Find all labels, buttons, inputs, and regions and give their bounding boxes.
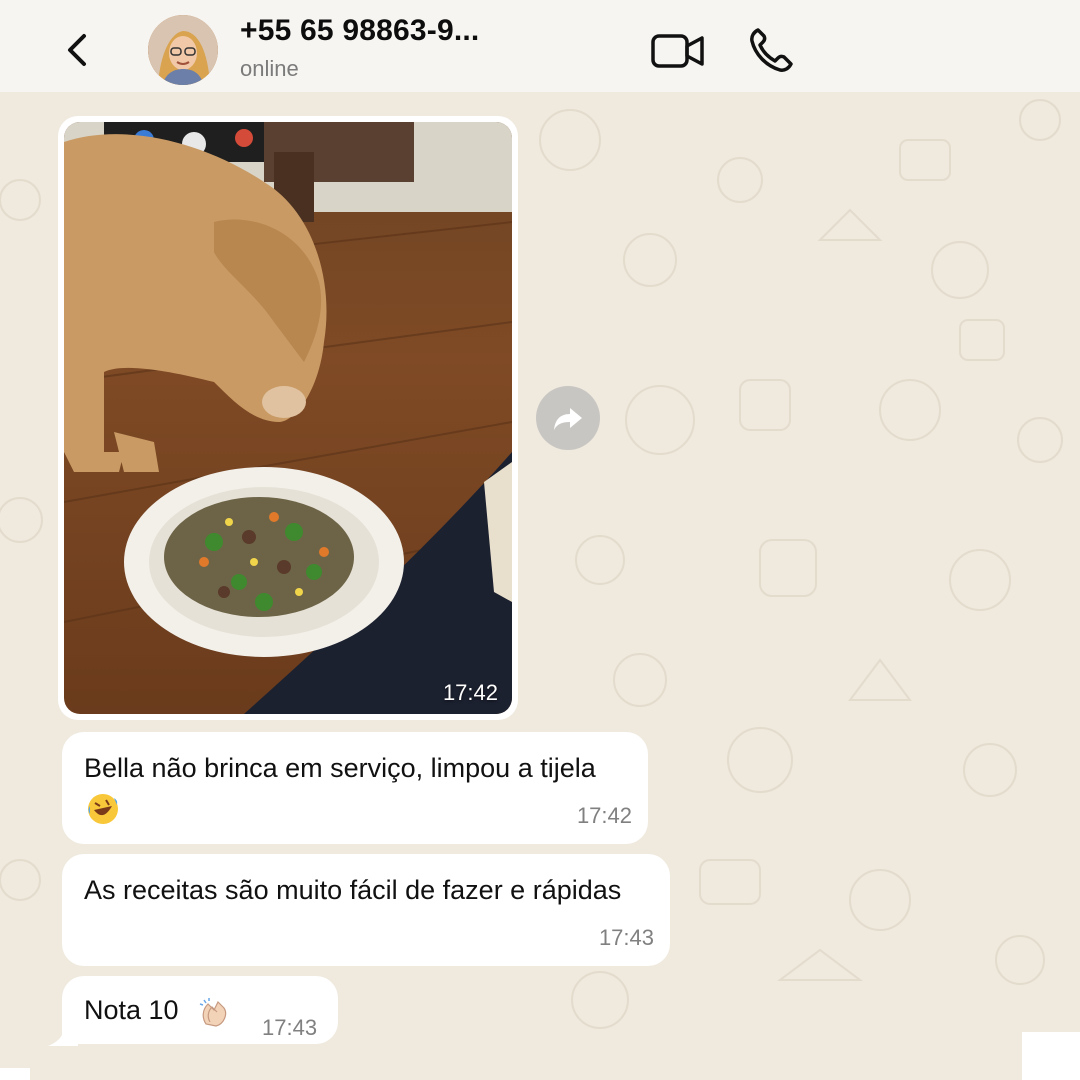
video-call-button[interactable] (650, 30, 706, 72)
message-text: Nota 10 (84, 995, 179, 1025)
contact-status: online (240, 56, 299, 81)
contact-avatar[interactable] (148, 15, 218, 85)
text-message-bubble[interactable]: As receitas são muito fácil de fazer e r… (62, 854, 670, 966)
rolling-on-floor-laughing-emoji-icon (86, 792, 120, 837)
clapping-hands-emoji-icon (198, 996, 230, 1039)
chat-header: +55 65 98863-9... online (0, 0, 1080, 92)
image-message-bubble[interactable]: 17:42 (58, 116, 518, 720)
message-time: 17:42 (576, 803, 632, 828)
message-text: As receitas são muito fácil de fazer e r… (84, 875, 622, 905)
video-camera-icon (651, 34, 704, 68)
message-time: 17:42 (442, 680, 498, 705)
contact-name[interactable]: +55 65 98863-9... (240, 14, 479, 48)
text-message-bubble[interactable]: Nota 10 17:43 (62, 976, 338, 1044)
text-message-bubble[interactable]: Bella não brinca em serviço, limpou a ti… (62, 732, 648, 844)
phone-icon (750, 28, 793, 72)
voice-call-button[interactable] (748, 26, 794, 74)
message-photo[interactable]: 17:42 (64, 122, 512, 714)
message-time: 17:43 (262, 1015, 318, 1040)
forward-button[interactable] (536, 386, 600, 450)
back-button[interactable] (60, 28, 96, 72)
corner-overlay (0, 1068, 30, 1080)
message-time: 17:43 (598, 925, 654, 950)
forward-arrow-icon (554, 408, 582, 430)
message-text: Bella não brinca em serviço, limpou a ti… (84, 753, 596, 783)
chevron-left-icon (68, 34, 86, 66)
corner-overlay (1022, 1032, 1080, 1080)
